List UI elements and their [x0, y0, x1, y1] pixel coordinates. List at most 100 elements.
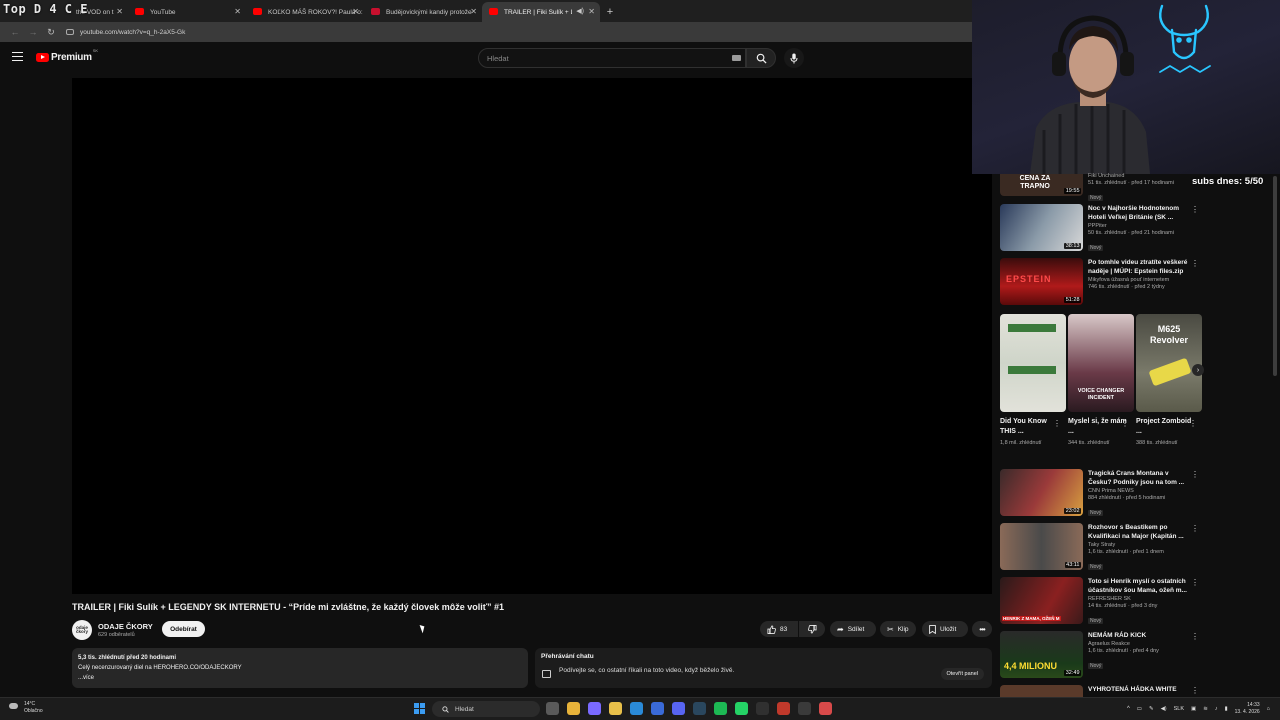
short-thumbnail[interactable]: M625 Revolver — [1136, 314, 1202, 412]
video-title[interactable]: Toto si Henrik myslí o ostatních účastní… — [1088, 577, 1192, 595]
video-channel[interactable]: REFRESHER SK — [1088, 596, 1192, 602]
copilot-icon[interactable] — [588, 702, 601, 715]
video-thumbnail[interactable]: 43:11 — [1000, 523, 1083, 570]
video-thumbnail[interactable]: 23:02 — [1000, 469, 1083, 516]
reload-icon[interactable]: ↻ — [42, 27, 60, 38]
video-thumbnail[interactable]: EPSTEIN 51:28 — [1000, 258, 1083, 305]
speaker-icon[interactable]: ♪ — [1215, 706, 1218, 712]
url-field[interactable]: youtube.com/watch?v=q_h-2aX5-Gk — [66, 29, 185, 36]
related-video[interactable]: VYHROTENÁ HÁDKA WHITE ⋮ — [1000, 685, 1204, 697]
video-title[interactable]: VYHROTENÁ HÁDKA WHITE — [1088, 685, 1192, 694]
related-video[interactable]: 38:13 Noc v Najhoršie Hodnotenom Hoteli … — [1000, 204, 1204, 254]
language-indicator[interactable]: SLK — [1174, 706, 1184, 712]
related-video[interactable]: 23:02 Tragická Crans Montana v Česku? Po… — [1000, 469, 1204, 519]
video-channel[interactable]: CNN Prima NEWS — [1088, 488, 1192, 494]
notifications-icon[interactable]: ⌂ — [1267, 706, 1270, 712]
search-input[interactable]: Hledat — [478, 48, 746, 68]
subscribe-button[interactable]: Odebírat — [162, 621, 205, 637]
more-vert-icon[interactable]: ⋮ — [1191, 259, 1199, 268]
discord-icon[interactable] — [672, 702, 685, 715]
close-icon[interactable]: ✕ — [352, 7, 359, 16]
open-panel-button[interactable]: Otevřít panel — [940, 668, 984, 680]
video-channel[interactable]: Mikyfova úžasná pouť internetem — [1088, 277, 1192, 283]
more-vert-icon[interactable]: ⋮ — [1189, 419, 1197, 428]
video-title[interactable]: Tragická Crans Montana v Česku? Podniky … — [1088, 469, 1192, 487]
back-icon[interactable]: ← — [6, 27, 24, 37]
clock[interactable]: 14:33 13. 4. 2026 — [1235, 702, 1260, 716]
more-vert-icon[interactable]: ⋮ — [1191, 578, 1199, 587]
spotify-icon[interactable] — [714, 702, 727, 715]
wifi-icon[interactable]: ≋ — [1203, 706, 1208, 712]
more-vert-icon[interactable]: ⋮ — [1191, 686, 1199, 695]
short-title[interactable]: Project Zomboid ... — [1136, 417, 1196, 437]
video-title[interactable]: Rozhovor s Beastikem po Kvalifikaci na M… — [1088, 523, 1192, 541]
close-icon[interactable]: ✕ — [470, 7, 477, 16]
browser-tab[interactable]: KOĽKO MÁŠ ROKOV?! Paula o: ✕ — [246, 2, 364, 22]
like-button[interactable]: 83 — [760, 621, 798, 637]
description-more[interactable]: ...více — [78, 673, 522, 683]
explorer-icon[interactable] — [609, 702, 622, 715]
app-red-icon[interactable] — [777, 702, 790, 715]
share-button[interactable]: ➦ Sdílet — [830, 621, 876, 637]
short-title[interactable]: Did You Know THIS ... — [1000, 417, 1060, 437]
save-button[interactable]: Uložit — [922, 621, 968, 637]
volume-icon[interactable]: ◀) — [1161, 706, 1167, 712]
video-title[interactable]: Po tomhle videu ztratíte veškeré naděje … — [1088, 258, 1192, 276]
clip-button[interactable]: ✂ Klip — [880, 621, 916, 637]
forward-icon[interactable]: → — [24, 27, 42, 37]
video-channel[interactable]: Agraelus Reakce — [1088, 641, 1192, 647]
network-icon[interactable]: ▭ — [1137, 706, 1142, 712]
keyboard-icon[interactable] — [732, 55, 741, 61]
more-vert-icon[interactable]: ⋮ — [1191, 632, 1199, 641]
steam-icon[interactable] — [693, 702, 706, 715]
monitor-icon[interactable]: ▣ — [1191, 706, 1196, 712]
pen-icon[interactable]: ✎ — [1149, 706, 1154, 712]
new-tab-button[interactable]: + — [600, 2, 620, 22]
voice-search-button[interactable] — [784, 48, 804, 68]
video-thumbnail[interactable] — [1000, 685, 1083, 697]
related-video[interactable]: EPSTEIN 51:28 Po tomhle videu ztratíte v… — [1000, 258, 1204, 308]
menu-icon[interactable] — [12, 52, 23, 64]
channel-name[interactable]: ODAJE ČKORY — [98, 622, 153, 631]
channel-avatar[interactable]: odaje čkory — [72, 620, 92, 640]
shorts-next-button[interactable]: › — [1192, 364, 1204, 376]
description-box[interactable]: 5,3 tis. zhlédnutí před 20 hodinami Celý… — [72, 648, 528, 688]
app-dark-icon[interactable] — [798, 702, 811, 715]
short-thumbnail[interactable]: VOICE CHANGER INCIDENT — [1068, 314, 1134, 412]
related-video[interactable]: 4,4 MILIONU 32:49 NEMÁM RÁD KICK Agraelu… — [1000, 631, 1204, 681]
dislike-button[interactable] — [799, 621, 825, 637]
video-player[interactable] — [72, 78, 992, 594]
video-channel[interactable]: PPPiter — [1088, 223, 1192, 229]
site-info-icon[interactable] — [66, 29, 74, 35]
video-thumbnail[interactable]: HENRIK Z MAMA, OŽEŇ M — [1000, 577, 1083, 624]
mail-icon[interactable] — [651, 702, 664, 715]
battery-icon[interactable]: ▮ — [1225, 706, 1228, 712]
close-icon[interactable]: ✕ — [116, 7, 123, 16]
more-actions-button[interactable]: ••• — [972, 621, 992, 637]
chrome-icon[interactable] — [567, 702, 580, 715]
video-title[interactable]: Noc v Najhoršie Hodnotenom Hoteli Veľkej… — [1088, 204, 1192, 222]
more-vert-icon[interactable]: ⋮ — [1191, 205, 1199, 214]
more-vert-icon[interactable]: ⋮ — [1191, 470, 1199, 479]
video-channel[interactable]: Taky Straty — [1088, 542, 1192, 548]
browser-tab[interactable]: Budějovickými kandiy protože ✕ — [364, 2, 482, 22]
more-vert-icon[interactable]: ⋮ — [1121, 419, 1129, 428]
search-button[interactable] — [746, 48, 776, 68]
more-vert-icon[interactable]: ⋮ — [1191, 524, 1199, 533]
youtube-premium-logo[interactable]: Premium SK — [36, 48, 98, 63]
app-multi-icon[interactable] — [819, 702, 832, 715]
browser-tab-active[interactable]: TRAILER | Fiki Sulík + LEGE ◀) ✕ — [482, 2, 600, 22]
chevron-up-icon[interactable]: ^ — [1127, 706, 1130, 712]
related-video[interactable]: 43:11 Rozhovor s Beastikem po Kvalifikac… — [1000, 523, 1204, 573]
close-icon[interactable]: ✕ — [234, 7, 241, 16]
short-thumbnail[interactable] — [1000, 314, 1066, 412]
task-view-icon[interactable] — [546, 702, 559, 715]
video-thumbnail[interactable]: CENA ZA TRAPNO 19:55 — [1000, 174, 1083, 196]
more-vert-icon[interactable]: ⋮ — [1053, 419, 1061, 428]
short-title[interactable]: Myslel si, že mám ... — [1068, 417, 1128, 437]
page-scrollbar[interactable] — [1273, 176, 1277, 376]
windows-start-icon[interactable] — [414, 703, 425, 714]
taskbar-search[interactable]: Hledat — [432, 701, 540, 717]
browser-tab[interactable]: YouTube ✕ — [128, 2, 246, 22]
weather-widget[interactable]: 14°C Oblačno — [9, 701, 43, 715]
